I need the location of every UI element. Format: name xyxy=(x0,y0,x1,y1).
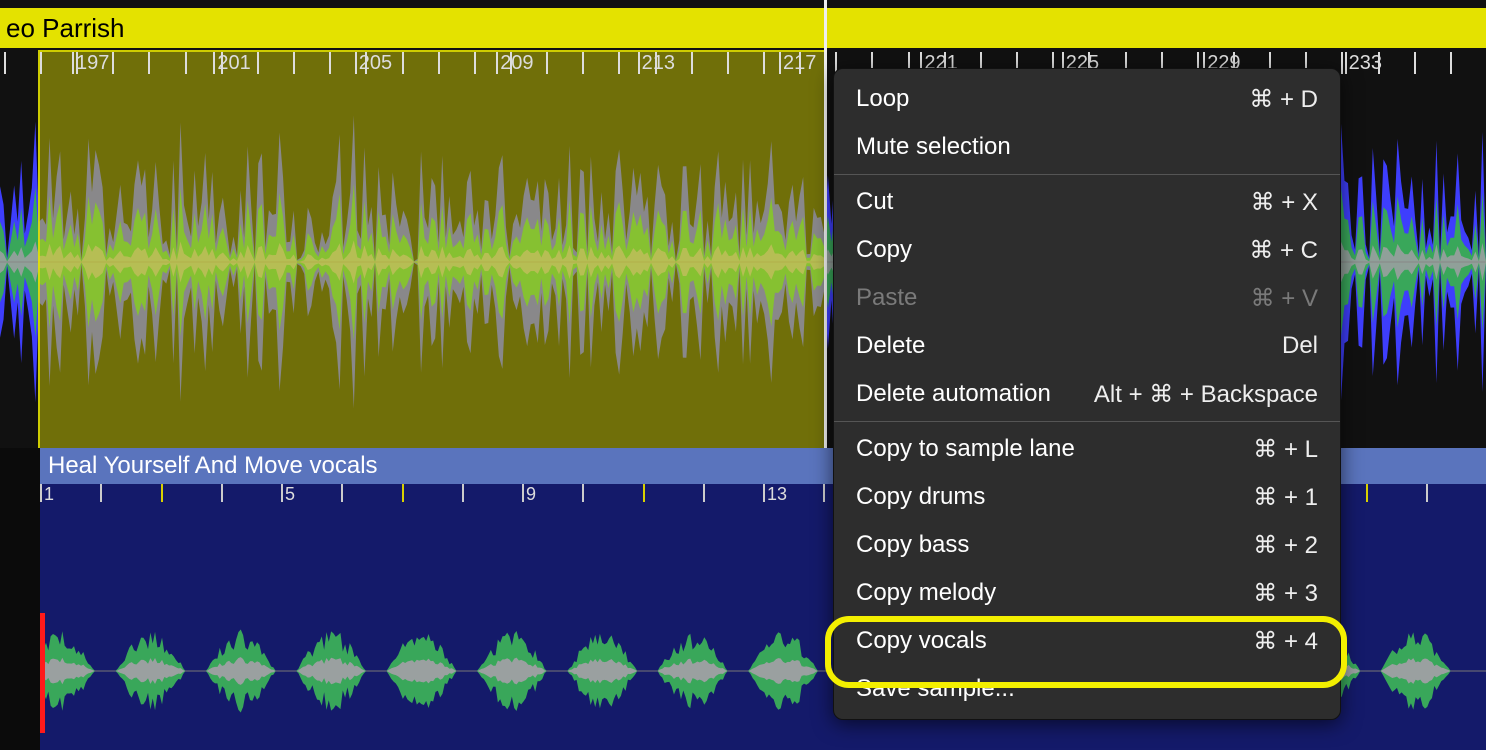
ruler-tick xyxy=(691,52,693,74)
menu-item-shortcut: ⌘ + 1 xyxy=(1253,483,1318,512)
menu-item-delete[interactable]: Delete Del xyxy=(834,322,1340,370)
menu-item-shortcut: ⌘ + V xyxy=(1251,284,1318,313)
ruler-tick xyxy=(1450,52,1452,74)
menu-item-paste: Paste ⌘ + V xyxy=(834,274,1340,322)
ruler-label: 217 xyxy=(783,52,816,75)
menu-item-label: Delete automation xyxy=(856,380,1051,408)
menu-item-label: Save sample... xyxy=(856,675,1015,703)
ruler-tick xyxy=(148,52,150,74)
clip-title-top[interactable]: eo Parrish xyxy=(0,8,1486,48)
menu-item-copy-vocals[interactable]: Copy vocals ⌘ + 4 xyxy=(834,617,1340,665)
menu-item-mute-selection[interactable]: Mute selection xyxy=(834,123,1340,171)
ruler-label: 13 xyxy=(767,484,787,505)
ruler-label: 9 xyxy=(526,484,536,505)
menu-item-label: Mute selection xyxy=(856,133,1011,161)
menu-item-label: Loop xyxy=(856,85,909,113)
menu-item-label: Delete xyxy=(856,332,925,360)
ruler-tick xyxy=(402,52,404,74)
menu-item-label: Copy melody xyxy=(856,579,996,607)
ruler-label: 1 xyxy=(44,484,54,505)
ruler-tick xyxy=(329,52,331,74)
ruler-tick xyxy=(293,52,295,74)
ruler-tick xyxy=(582,52,584,74)
menu-item-copy-melody[interactable]: Copy melody ⌘ + 3 xyxy=(834,569,1340,617)
menu-item-copy-drums[interactable]: Copy drums ⌘ + 1 xyxy=(834,473,1340,521)
menu-item-label: Copy bass xyxy=(856,531,969,559)
ruler-label: 5 xyxy=(285,484,295,505)
ruler-tick xyxy=(474,52,476,74)
menu-item-shortcut: ⌘ + D xyxy=(1249,85,1318,114)
menu-item-shortcut: Alt + ⌘ + Backspace xyxy=(1094,380,1318,409)
start-marker[interactable] xyxy=(40,613,45,733)
menu-item-shortcut: ⌘ + L xyxy=(1253,435,1318,464)
menu-item-shortcut: ⌘ + 4 xyxy=(1253,627,1318,656)
ruler-tick xyxy=(112,52,114,74)
menu-item-copy-bass[interactable]: Copy bass ⌘ + 2 xyxy=(834,521,1340,569)
menu-item-shortcut: ⌘ + 2 xyxy=(1253,531,1318,560)
ruler-tick xyxy=(546,52,548,74)
menu-item-label: Copy vocals xyxy=(856,627,987,655)
ruler-tick xyxy=(438,52,440,74)
ruler-label: 205 xyxy=(359,52,392,75)
menu-item-cut[interactable]: Cut ⌘ + X xyxy=(834,178,1340,226)
ruler-label: 197 xyxy=(76,52,109,75)
playhead[interactable] xyxy=(824,0,827,448)
menu-item-loop[interactable]: Loop ⌘ + D xyxy=(834,75,1340,123)
menu-item-save-sample[interactable]: Save sample... xyxy=(834,665,1340,713)
menu-item-copy-to-sample-lane[interactable]: Copy to sample lane ⌘ + L xyxy=(834,425,1340,473)
ruler-tick xyxy=(618,52,620,74)
selection-region[interactable] xyxy=(40,52,825,448)
menu-item-shortcut: ⌘ + 3 xyxy=(1253,579,1318,608)
menu-item-label: Copy xyxy=(856,236,912,264)
ruler-label: 201 xyxy=(217,52,250,75)
ruler-tick xyxy=(4,52,6,74)
ruler-tick xyxy=(763,52,765,74)
menu-separator xyxy=(834,174,1340,175)
menu-item-label: Paste xyxy=(856,284,917,312)
menu-separator xyxy=(834,421,1340,422)
menu-item-delete-automation[interactable]: Delete automation Alt + ⌘ + Backspace xyxy=(834,370,1340,418)
ruler-label: 213 xyxy=(642,52,675,75)
ruler-label: 233 xyxy=(1349,52,1382,75)
ruler-tick xyxy=(727,52,729,74)
menu-item-shortcut: ⌘ + X xyxy=(1251,188,1318,217)
menu-item-shortcut: ⌘ + C xyxy=(1249,236,1318,265)
context-menu[interactable]: Loop ⌘ + D Mute selection Cut ⌘ + X Copy ⌘ + C… xyxy=(833,68,1341,720)
ruler-tick xyxy=(1341,52,1343,74)
menu-item-shortcut: Del xyxy=(1282,332,1318,360)
ruler-label: 209 xyxy=(500,52,533,75)
ruler-tick xyxy=(40,52,42,74)
menu-item-label: Copy to sample lane xyxy=(856,435,1075,463)
ruler-tick xyxy=(257,52,259,74)
menu-item-label: Copy drums xyxy=(856,483,985,511)
ruler-tick xyxy=(1414,52,1416,74)
menu-item-label: Cut xyxy=(856,188,893,216)
ruler-tick xyxy=(185,52,187,74)
menu-item-copy[interactable]: Copy ⌘ + C xyxy=(834,226,1340,274)
